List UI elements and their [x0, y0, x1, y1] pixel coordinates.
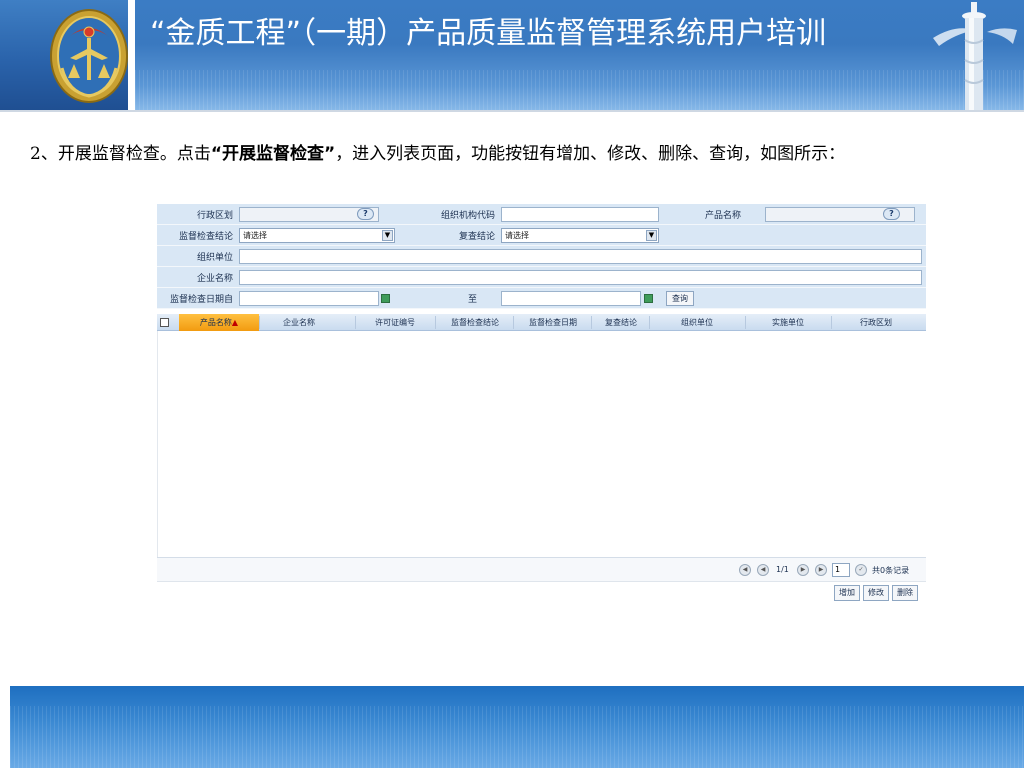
add-button[interactable]: 增加: [834, 585, 860, 601]
col-header-0[interactable]: 产品名称▲: [179, 317, 259, 328]
query-row-1: 行政区划 ? 组织机构代码 产品名称 ?: [157, 204, 926, 225]
logo-panel: [0, 0, 128, 110]
org-unit-input[interactable]: [239, 249, 922, 264]
para-highlight: “开展监督检查”: [210, 144, 336, 164]
search-button[interactable]: 查询: [666, 291, 694, 306]
recheck-result-label: 复查结论: [458, 232, 495, 242]
query-row-3: 组织单位: [157, 246, 926, 267]
go-page-icon[interactable]: ✓: [855, 564, 867, 576]
product-help-icon[interactable]: ?: [883, 208, 900, 220]
para-suffix: ，进入列表页面，功能按钮有增加、修改、删除、查询，如图所示：: [335, 144, 846, 164]
region-help-icon[interactable]: ?: [357, 208, 374, 220]
recheck-result-value: 请选择: [505, 231, 529, 240]
product-name-label: 产品名称: [704, 211, 741, 221]
grid-header: 产品名称▲ 企业名称 许可证编号 监督检查结论 监督检查日期 复查结论 组织单位…: [157, 314, 926, 331]
col-header-7[interactable]: 实施单位: [745, 317, 831, 328]
date-from-input[interactable]: [239, 291, 379, 306]
slide-header: “金质工程”（一期）产品质量监督管理系统用户培训: [0, 0, 1024, 112]
company-name-input[interactable]: [239, 270, 922, 285]
chevron-down-icon[interactable]: ▼: [382, 230, 393, 241]
emblem-logo-icon: [50, 9, 128, 103]
col-header-3[interactable]: 监督检查结论: [435, 317, 515, 328]
delete-button[interactable]: 删除: [892, 585, 918, 601]
calendar-icon[interactable]: [644, 294, 653, 303]
sort-asc-icon: ▲: [231, 318, 239, 327]
prev-page-icon[interactable]: ◀: [757, 564, 769, 576]
col-header-1[interactable]: 企业名称: [259, 317, 339, 328]
col-header-8[interactable]: 行政区划: [831, 317, 921, 328]
supervision-result-value: 请选择: [243, 231, 267, 240]
chevron-down-icon[interactable]: ▼: [646, 230, 657, 241]
total-records: 共0条记录: [872, 566, 910, 575]
slide-footer: [10, 686, 1024, 768]
grid-body: [157, 331, 926, 557]
edit-button[interactable]: 修改: [863, 585, 889, 601]
query-row-4: 企业名称: [157, 267, 926, 288]
para-prefix: 2、开展监督检查。点击: [30, 144, 211, 164]
action-bar: 增加 修改 删除: [157, 582, 926, 604]
query-row-5: 监督检查日期自 至 查询: [157, 288, 926, 309]
org-code-input[interactable]: [501, 207, 659, 222]
company-name-label: 企业名称: [196, 274, 233, 284]
last-page-icon[interactable]: ▶: [815, 564, 827, 576]
supervision-list-page: 行政区划 ? 组织机构代码 产品名称 ? 监督检查结论 请选择 ▼ 复查结论 请…: [157, 204, 926, 604]
page-indicator: 1/1: [776, 565, 789, 574]
huabiao-pillar-icon: [933, 2, 1017, 110]
date-to-label: 至: [467, 295, 477, 305]
org-code-label: 组织机构代码: [440, 211, 495, 221]
supervision-result-select[interactable]: 请选择 ▼: [239, 228, 395, 243]
org-unit-label: 组织单位: [196, 253, 233, 263]
instruction-paragraph: 2、开展监督检查。点击“开展监督检查”，进入列表页面，功能按钮有增加、修改、删除…: [30, 140, 990, 168]
recheck-result-select[interactable]: 请选择 ▼: [501, 228, 659, 243]
date-from-label: 监督检查日期自: [169, 295, 233, 305]
query-row-2: 监督检查结论 请选择 ▼ 复查结论 请选择 ▼: [157, 225, 926, 246]
col-header-6[interactable]: 组织单位: [649, 317, 745, 328]
calendar-icon[interactable]: [381, 294, 390, 303]
next-page-icon[interactable]: ▶: [797, 564, 809, 576]
select-all-checkbox[interactable]: [160, 318, 169, 327]
date-to-input[interactable]: [501, 291, 641, 306]
slide-title: “金质工程”（一期）产品质量监督管理系统用户培训: [150, 16, 827, 51]
col-header-5[interactable]: 复查结论: [591, 317, 651, 328]
supervision-result-label: 监督检查结论: [178, 232, 233, 242]
region-label: 行政区划: [196, 211, 233, 221]
pager: ◀ ◀ 1/1 ▶ ▶ 1 ✓ 共0条记录: [157, 557, 926, 582]
col-header-4[interactable]: 监督检查日期: [513, 317, 593, 328]
col-header-2[interactable]: 许可证编号: [355, 317, 435, 328]
first-page-icon[interactable]: ◀: [739, 564, 751, 576]
page-number-input[interactable]: 1: [832, 563, 850, 577]
